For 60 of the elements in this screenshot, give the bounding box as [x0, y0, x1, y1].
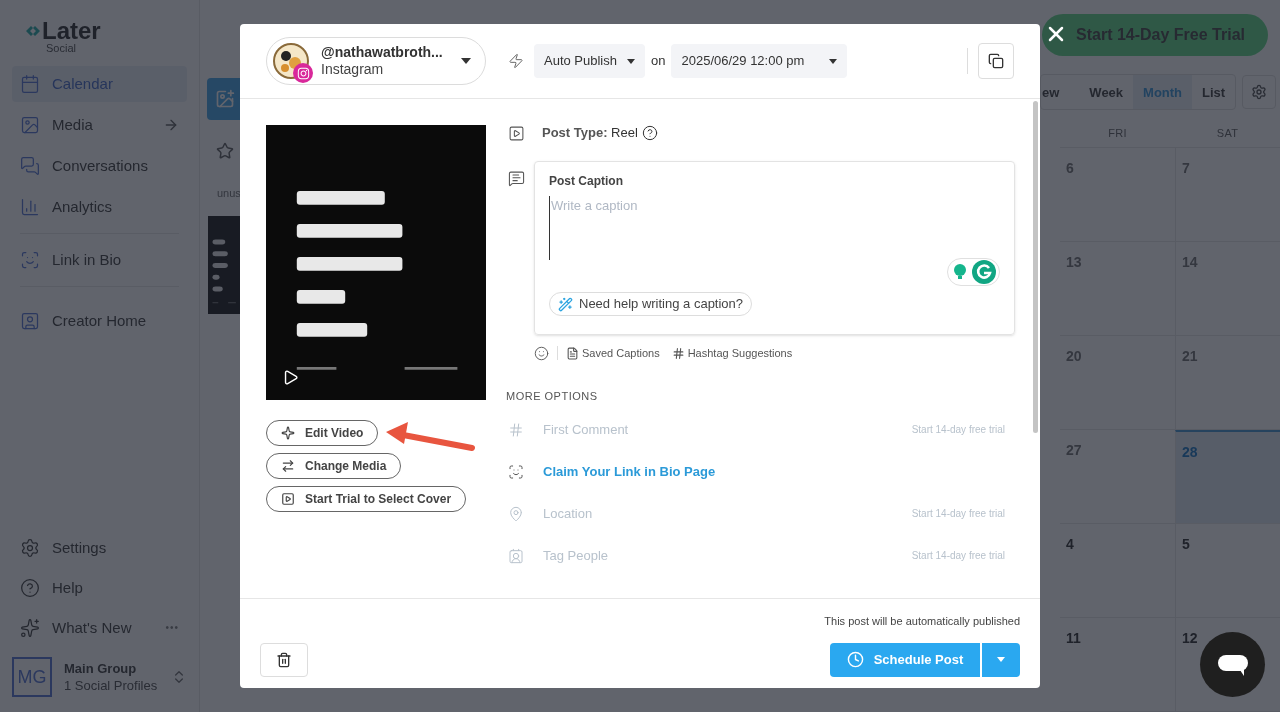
section-heading: MORE OPTIONS	[506, 389, 599, 404]
trial-note[interactable]: Start 14-day free trial	[911, 548, 1015, 563]
play-square-icon	[281, 492, 295, 506]
caption-icon	[508, 170, 525, 187]
lightbulb-icon	[951, 263, 969, 281]
help-icon	[641, 125, 658, 141]
post-type-label: Post Type: Reel	[542, 124, 638, 143]
day-number: 11	[1066, 630, 1081, 646]
delete-button[interactable]	[260, 642, 308, 677]
account-name: Main Group	[64, 660, 138, 677]
publish-mode-dropdown[interactable]: Auto Publish	[534, 44, 645, 78]
caption-label: Post Caption	[549, 173, 624, 190]
hash-icon	[671, 346, 685, 360]
preview-button[interactable]	[978, 43, 1014, 79]
hash-comment-icon	[508, 421, 524, 438]
schedule-post-button[interactable]: Schedule Post	[830, 642, 980, 677]
saved-captions-button[interactable]: Saved Captions	[566, 344, 660, 362]
swap-arrows-icon	[281, 459, 295, 473]
copy-icon	[988, 53, 1004, 69]
trial-note[interactable]: Start 14-day free trial	[911, 422, 1015, 437]
clock-icon	[846, 651, 864, 668]
on-label: on	[651, 52, 666, 71]
day-number: 5	[1182, 536, 1190, 552]
logo-text: Later	[42, 20, 101, 42]
caret-icon	[461, 58, 471, 64]
day-number: 4	[1066, 536, 1074, 552]
account-network: Instagram	[321, 61, 385, 78]
hashtag-suggestions-button[interactable]: Hashtag Suggestions	[671, 344, 793, 362]
reel-icon	[508, 124, 525, 142]
option-label[interactable]: First Comment	[543, 419, 912, 440]
link-in-bio-link[interactable]: Claim Your Link in Bio Page	[543, 461, 1015, 482]
caret-icon	[829, 58, 838, 64]
caret-icon	[627, 58, 635, 64]
lightning-icon	[508, 53, 524, 69]
schedule-options-button[interactable]	[982, 642, 1020, 677]
option-label[interactable]: Location	[543, 503, 912, 524]
trash-icon	[276, 651, 292, 668]
chat-icon	[1217, 652, 1248, 677]
publish-note: This post will be automatically published	[824, 614, 1020, 629]
scan-icon	[508, 463, 524, 480]
day-number: 12	[1182, 630, 1198, 646]
caret-icon	[997, 657, 1005, 662]
assistant-logo-icon	[972, 260, 996, 284]
magic-wand-icon	[558, 296, 573, 312]
emoji-icon[interactable]	[534, 345, 549, 361]
instagram-icon	[293, 63, 313, 83]
account-handle: @nathawatbroth...	[321, 44, 444, 61]
more-icon: •••	[165, 623, 179, 633]
document-icon	[566, 346, 579, 360]
caption-field[interactable]: Post Caption Write a caption Need help writing a caption?	[534, 161, 1015, 335]
play-icon	[282, 369, 299, 386]
trial-note[interactable]: Start 14-day free trial	[911, 506, 1015, 521]
sparkle-icon	[281, 426, 295, 440]
map-pin-icon	[508, 505, 524, 522]
contact-icon	[508, 547, 524, 564]
account-profiles: 1 Social Profiles	[64, 677, 159, 694]
date-time-dropdown[interactable]: 2025/06/29 12:00 pm	[671, 44, 848, 78]
day-number: 28	[1182, 444, 1198, 460]
caption-input[interactable]: Write a caption	[549, 196, 1000, 260]
option-label[interactable]: Tag People	[543, 545, 912, 566]
